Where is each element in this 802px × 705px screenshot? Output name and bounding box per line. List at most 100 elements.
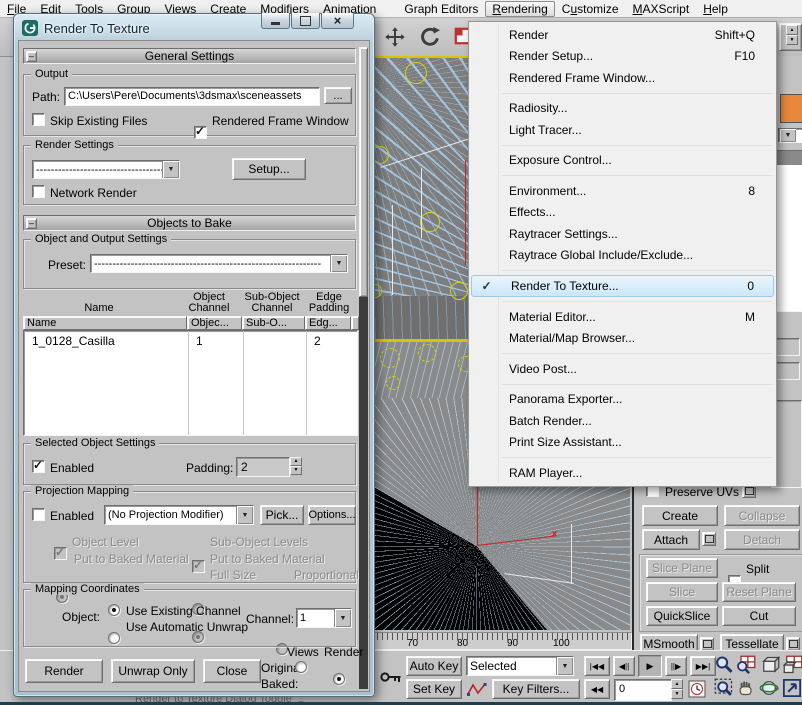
menu-item-light-tracer[interactable]: Light Tracer...	[470, 119, 775, 141]
collapse-button[interactable]: Collapse	[724, 505, 800, 526]
region-zoom-icon[interactable]	[714, 678, 734, 698]
collapse-rollout-icon[interactable]: –	[26, 51, 37, 62]
select-and-move-icon[interactable]	[384, 26, 406, 48]
path-field[interactable]: C:\Users\Pere\Documents\3dsmax\sceneasse…	[64, 87, 320, 106]
close-button[interactable]: ×	[321, 13, 354, 29]
dialog-scrollbar[interactable]	[359, 47, 368, 689]
setup-button[interactable]: Setup...	[232, 158, 306, 180]
detach-button[interactable]: Detach	[724, 529, 800, 550]
network-render-checkbox[interactable]	[32, 185, 45, 198]
padding-field[interactable]: 2	[236, 457, 290, 477]
key-filters-button[interactable]: Key Filters...	[492, 679, 580, 699]
set-key-button[interactable]: Set Key	[406, 679, 462, 699]
menu-item-effects[interactable]: Effects...	[470, 202, 775, 224]
reset-plane-button[interactable]: Reset Plane	[722, 582, 796, 602]
create-button[interactable]: Create	[642, 505, 718, 526]
original-render-radio[interactable]	[333, 673, 345, 685]
menu-item-render[interactable]: RenderShift+Q	[470, 24, 775, 46]
menu-item-render-setup[interactable]: Render Setup...F10	[470, 46, 775, 68]
menu-item-radiosity[interactable]: Radiosity...	[470, 98, 775, 120]
attach-settings-button[interactable]	[702, 532, 716, 546]
current-frame-field[interactable]: 0	[614, 679, 672, 701]
time-configuration-icon[interactable]	[688, 680, 706, 698]
attach-button[interactable]: Attach	[642, 529, 700, 550]
menu-item-raytrace-global-include-exclude[interactable]: Raytrace Global Include/Exclude...	[470, 245, 775, 267]
slice-button[interactable]: Slice	[646, 582, 718, 602]
menubar-item-help[interactable]: Help	[696, 1, 735, 17]
menu-item-render-to-texture[interactable]: ✓Render To Texture...0	[471, 275, 774, 297]
minimize-button[interactable]	[261, 13, 290, 29]
menubar-item-customize[interactable]: Customize	[555, 1, 626, 17]
use-automatic-unwrap-radio[interactable]	[108, 632, 120, 644]
zoom-all-icon[interactable]	[736, 655, 756, 675]
quickslice-button[interactable]: QuickSlice	[646, 606, 718, 626]
go-to-start-button[interactable]: |◀◀	[584, 656, 610, 676]
maximize-button[interactable]	[291, 13, 320, 29]
table-header-edge-padding[interactable]: Edg...	[305, 316, 351, 330]
unwrap-only-button[interactable]: Unwrap Only	[111, 659, 195, 683]
menu-item-rendered-frame-window[interactable]: Rendered Frame Window...	[470, 67, 775, 89]
new-key-curve-icon[interactable]	[466, 681, 488, 697]
menu-item-panorama-exporter[interactable]: Panorama Exporter...	[470, 389, 775, 411]
enabled-checkbox[interactable]	[32, 460, 45, 473]
menu-item-ram-player[interactable]: RAM Player...	[470, 462, 775, 484]
key-mode-toggle-button[interactable]: ◀◀	[584, 679, 610, 699]
pick-button[interactable]: Pick...	[260, 505, 304, 525]
rollout-objects-to-bake[interactable]: – Objects to Bake	[23, 215, 356, 231]
arc-rotate-icon[interactable]	[759, 678, 779, 698]
menubar-item-maxscript[interactable]: MAXScript	[626, 1, 697, 17]
menu-item-exposure-control[interactable]: Exposure Control...	[470, 150, 775, 172]
selection-set-dropdown[interactable]: Selected▼	[466, 656, 574, 676]
time-slider-track[interactable]: 708090100	[366, 632, 632, 650]
table-header-object-channel[interactable]: Objec...	[187, 316, 242, 330]
padding-spinner[interactable]: ▲▼	[290, 457, 302, 475]
zoom-extents-icon[interactable]	[760, 655, 780, 675]
pan-hand-icon[interactable]	[736, 678, 756, 698]
zoom-extents-all-icon[interactable]	[783, 655, 802, 675]
msmooth-settings-button[interactable]	[700, 637, 714, 651]
menubar-item-rendering[interactable]: Rendering	[485, 1, 554, 17]
render-preset-dropdown[interactable]: ----------------------------------------…	[32, 160, 180, 179]
rollout-general-settings[interactable]: – General Settings	[23, 48, 356, 64]
channel-dropdown[interactable]: 1▼	[296, 608, 352, 628]
sub-object-levels-checkbox[interactable]	[192, 560, 205, 573]
browse-button[interactable]: ...	[324, 87, 352, 104]
next-frame-button[interactable]: ||▶	[665, 656, 687, 676]
min-max-toggle-icon[interactable]	[782, 678, 802, 698]
use-existing-channel-radio[interactable]	[108, 604, 120, 616]
collapse-rollout-icon[interactable]: –	[26, 218, 37, 229]
object-color-swatch[interactable]	[780, 94, 802, 123]
bake-objects-table[interactable]: 1_0128_Casilla 1 2	[23, 330, 358, 436]
projection-enabled-checkbox[interactable]	[32, 508, 45, 521]
select-and-rotate-icon[interactable]	[418, 25, 442, 49]
zoom-icon[interactable]	[714, 655, 734, 675]
modifier-dropdown[interactable]: ▼	[778, 128, 802, 143]
options-button[interactable]: Options...	[308, 505, 356, 525]
go-to-end-button[interactable]: ▶▶|	[690, 656, 716, 676]
render-button[interactable]: Render	[25, 659, 103, 683]
auto-key-button[interactable]: Auto Key	[406, 656, 462, 676]
keyboard-override-icon[interactable]	[380, 669, 402, 685]
menu-item-batch-render[interactable]: Batch Render...	[470, 410, 775, 432]
rendered-frame-window-checkbox[interactable]	[194, 126, 207, 139]
object-level-checkbox[interactable]	[54, 547, 67, 560]
toolbar-spinner[interactable]: ▲▼	[786, 25, 798, 45]
table-header-name[interactable]: Name	[23, 316, 187, 330]
table-header-subobject-channel[interactable]: Sub-O...	[242, 316, 305, 330]
slice-plane-button[interactable]: Slice Plane	[646, 558, 718, 578]
menu-item-video-post[interactable]: Video Post...	[470, 358, 775, 380]
table-row[interactable]: 1_0128_Casilla 1 2	[24, 333, 357, 348]
bake-preset-dropdown[interactable]: ----------------------------------------…	[90, 254, 348, 273]
tessellate-settings-button[interactable]	[786, 637, 800, 651]
menu-item-raytracer-settings[interactable]: Raytracer Settings...	[470, 223, 775, 245]
dialog-title-bar[interactable]: Render To Texture	[22, 18, 150, 38]
close-dialog-button[interactable]: Close	[203, 659, 261, 683]
skip-existing-checkbox[interactable]	[32, 113, 45, 126]
menubar-item-graph-editors[interactable]: Graph Editors	[397, 1, 485, 17]
projection-modifier-dropdown[interactable]: (No Projection Modifier)▼	[104, 505, 254, 525]
cut-button[interactable]: Cut	[722, 606, 796, 626]
original-views-radio[interactable]	[295, 661, 307, 673]
previous-frame-button[interactable]: ◀||	[613, 656, 635, 676]
play-button[interactable]: ▶	[638, 655, 662, 677]
menu-item-material-editor[interactable]: Material Editor...M	[470, 306, 775, 328]
